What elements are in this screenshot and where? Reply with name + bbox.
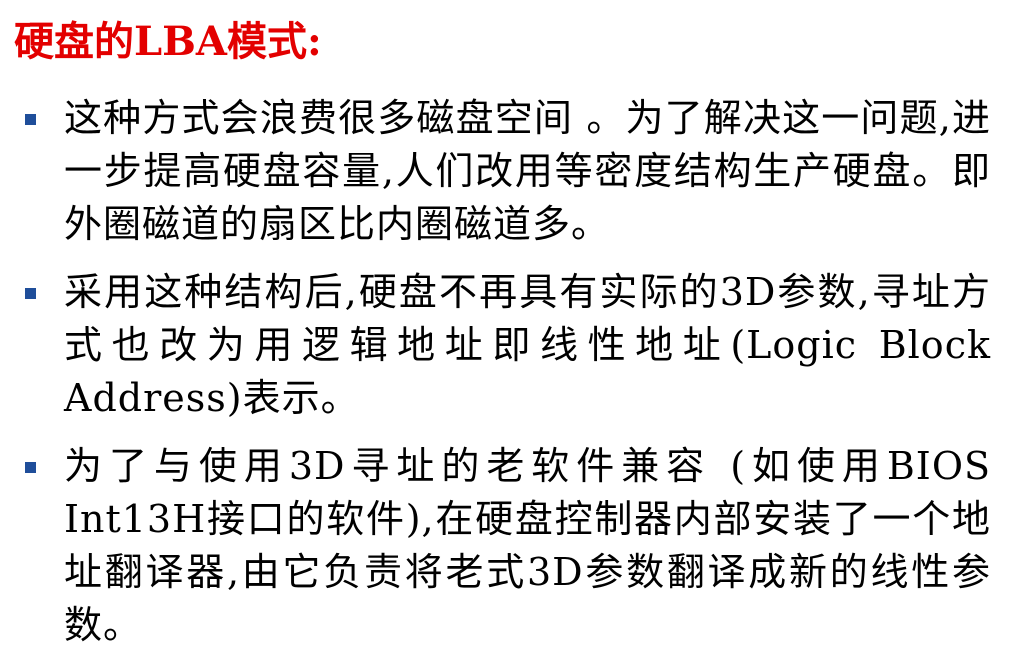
bullet-item: 为了与使用3D寻址的老软件兼容 (如使用BIOS Int13H接口的软件),在硬… bbox=[0, 440, 1011, 652]
square-bullet-icon bbox=[25, 462, 36, 473]
slide: 硬盘的LBA模式: 这种方式会浪费很多磁盘空间 。为了解决这一问题,进一步提高硬… bbox=[0, 0, 1011, 653]
bullet-text: 这种方式会浪费很多磁盘空间 。为了解决这一问题,进一步提高硬盘容量,人们改用等密… bbox=[64, 96, 991, 246]
square-bullet-icon bbox=[25, 114, 36, 125]
slide-title: 硬盘的LBA模式: bbox=[14, 18, 322, 65]
bullet-text: 为了与使用3D寻址的老软件兼容 (如使用BIOS Int13H接口的软件),在硬… bbox=[64, 444, 991, 647]
bullet-item: 采用这种结构后,硬盘不再具有实际的3D参数,寻址方式也改为用逻辑地址即线性地址(… bbox=[0, 266, 1011, 425]
bullet-list: 这种方式会浪费很多磁盘空间 。为了解决这一问题,进一步提高硬盘容量,人们改用等密… bbox=[0, 92, 1011, 667]
square-bullet-icon bbox=[25, 288, 36, 299]
bullet-item: 这种方式会浪费很多磁盘空间 。为了解决这一问题,进一步提高硬盘容量,人们改用等密… bbox=[0, 92, 1011, 251]
bullet-text: 采用这种结构后,硬盘不再具有实际的3D参数,寻址方式也改为用逻辑地址即线性地址(… bbox=[64, 270, 991, 420]
